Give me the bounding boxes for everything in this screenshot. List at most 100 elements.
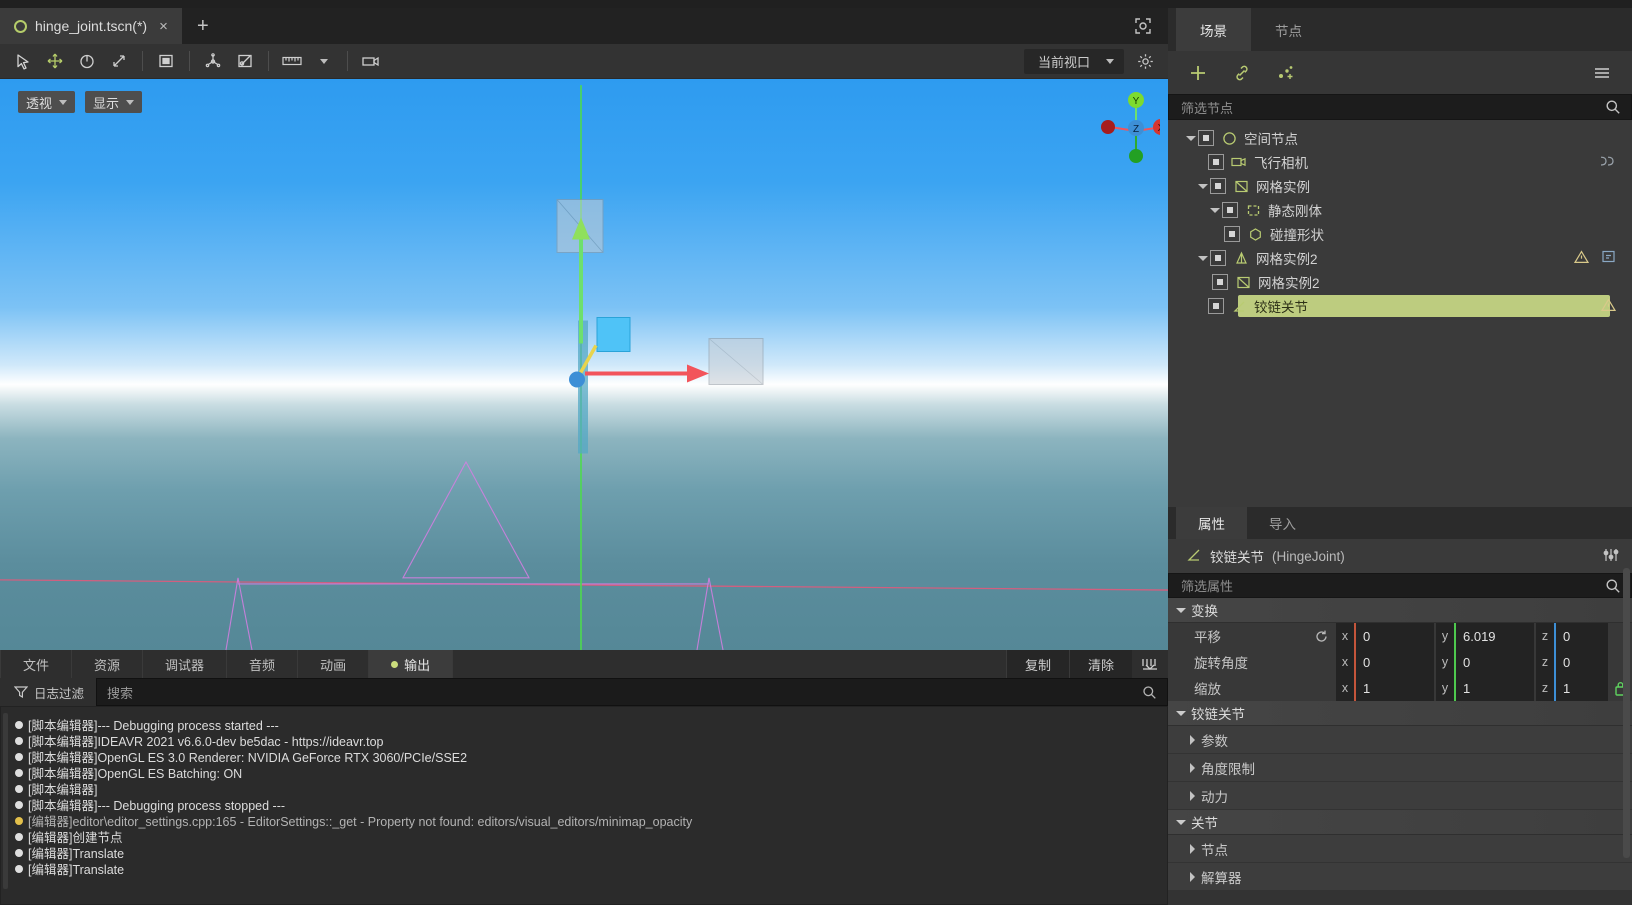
link-icon[interactable] <box>1222 58 1262 88</box>
chevron-down-icon <box>59 99 68 105</box>
log-bullet-icon <box>15 753 23 761</box>
tree-row-static-body[interactable]: 静态刚体 <box>1168 198 1632 222</box>
log-filter-label: 日志过滤 <box>34 686 85 701</box>
tree-row-hinge-joint[interactable]: 铰链关节 <box>1168 294 1632 318</box>
property-filter-input[interactable]: 筛选属性 <box>1168 573 1632 598</box>
rotation-y-field[interactable]: y 0 <box>1436 649 1534 675</box>
visibility-toggle-icon[interactable] <box>1208 154 1224 170</box>
rotation-x-field[interactable]: x 0 <box>1336 649 1434 675</box>
tab-scene[interactable]: 场景 <box>1176 8 1251 51</box>
box-select-icon[interactable] <box>151 48 181 75</box>
visibility-toggle-icon[interactable] <box>1224 226 1240 242</box>
log-scrollbar[interactable] <box>3 713 8 889</box>
tree-row-spatial[interactable]: 空间节点 <box>1168 126 1632 150</box>
visibility-toggle-icon[interactable] <box>1198 130 1214 146</box>
axis-icon[interactable] <box>198 48 228 75</box>
expand-toggle[interactable] <box>1196 183 1210 189</box>
inspector-scrollbar[interactable] <box>1623 568 1630 858</box>
node-filter-input[interactable]: 筛选节点 <box>1168 94 1632 120</box>
scene-tree[interactable]: 空间节点 飞行相机 网格实例 静态刚体 碰撞形状 网格实例2 网格实例2 铰链关… <box>1168 120 1632 507</box>
log-bullet-icon <box>15 769 23 777</box>
warning-icon[interactable] <box>1573 249 1590 267</box>
visibility-toggle-icon[interactable] <box>1208 298 1224 314</box>
script-graph-icon[interactable] <box>1266 58 1306 88</box>
log-line: [编辑器]Translate <box>15 859 1167 877</box>
bottom-tab-files[interactable]: 文件 <box>0 650 73 678</box>
scene-tab-label: hinge_joint.tscn(*) <box>35 18 148 34</box>
move-arrows-icon[interactable] <box>40 48 70 75</box>
rotate-icon[interactable] <box>72 48 102 75</box>
main-area: hinge_joint.tscn(*) × + 当前视口 透视 显示 Y Z 文… <box>0 8 1632 905</box>
viewport-objects <box>556 199 764 454</box>
tree-row-camera[interactable]: 飞行相机 <box>1168 150 1632 174</box>
hamburger-icon[interactable] <box>1582 58 1622 88</box>
new-scene-tab-button[interactable]: + <box>182 8 224 44</box>
chevron-right-icon <box>1190 734 1195 745</box>
display-dropdown[interactable]: 显示 <box>85 91 143 113</box>
expand-toggle[interactable] <box>1208 207 1222 213</box>
expand-icon[interactable] <box>1128 11 1158 41</box>
scene-panel-tabs: 场景 节点 <box>1168 8 1632 51</box>
translation-z-field[interactable]: z 0 <box>1536 623 1608 649</box>
visibility-toggle-icon[interactable] <box>1210 178 1226 194</box>
axis-gizmo[interactable]: Y Z X <box>1082 83 1168 175</box>
subsection-solver[interactable]: 解算器 <box>1168 863 1632 891</box>
tree-row-rigid-body[interactable]: 网格实例2 <box>1168 246 1632 270</box>
visibility-toggle-icon[interactable] <box>1212 274 1228 290</box>
output-log[interactable]: [脚本编辑器]--- Debugging process started ---… <box>0 706 1168 905</box>
subsection-params[interactable]: 参数 <box>1168 726 1632 754</box>
copy-button[interactable]: 复制 <box>1005 650 1069 678</box>
remote-icon[interactable] <box>1601 249 1616 267</box>
scale-y-field[interactable]: y 1 <box>1436 675 1534 701</box>
translation-y-field[interactable]: y 6.019 <box>1436 623 1534 649</box>
log-search-input[interactable]: 搜索 <box>96 678 1168 706</box>
expand-toggle[interactable] <box>1196 255 1210 261</box>
visibility-toggle-icon[interactable] <box>1210 250 1226 266</box>
perspective-dropdown[interactable]: 透视 <box>18 91 76 113</box>
translation-x-field[interactable]: x 0 <box>1336 623 1434 649</box>
tree-row-collision-shape[interactable]: 碰撞形状 <box>1168 222 1632 246</box>
tree-row-mesh-instance-2[interactable]: 网格实例2 <box>1168 270 1632 294</box>
log-filter-button[interactable]: 日志过滤 <box>0 678 96 706</box>
subsection-nodes[interactable]: 节点 <box>1168 835 1632 863</box>
bottom-tab-output[interactable]: 输出 <box>369 650 454 678</box>
bottom-tab-animation[interactable]: 动画 <box>298 650 370 678</box>
script-icon[interactable] <box>1599 154 1616 171</box>
rotation-z-field[interactable]: z 0 <box>1536 649 1608 675</box>
gear-icon[interactable] <box>1130 46 1160 76</box>
group-joint[interactable]: 关节 <box>1168 810 1632 835</box>
collapse-down-icon[interactable] <box>1132 650 1168 678</box>
revert-icon[interactable] <box>1306 623 1336 649</box>
camera-icon[interactable] <box>356 48 386 75</box>
chevron-down-icon[interactable] <box>309 48 339 75</box>
close-icon[interactable]: × <box>155 19 172 34</box>
tree-row-mesh-instance[interactable]: 网格实例 <box>1168 174 1632 198</box>
group-transform[interactable]: 变换 <box>1168 598 1632 623</box>
ruler-icon[interactable] <box>277 48 307 75</box>
tree-node-label: 飞行相机 <box>1254 156 1308 171</box>
snap-icon[interactable] <box>230 48 260 75</box>
visibility-toggle-icon[interactable] <box>1222 202 1238 218</box>
plus-icon[interactable] <box>1178 58 1218 88</box>
tab-import[interactable]: 导入 <box>1247 507 1318 539</box>
bottom-tab-audio[interactable]: 音频 <box>227 650 299 678</box>
scale-icon[interactable] <box>104 48 134 75</box>
tab-inspector[interactable]: 属性 <box>1176 507 1247 539</box>
object-menu-icon[interactable] <box>1602 547 1620 566</box>
warning-icon[interactable] <box>1600 297 1617 315</box>
bottom-tab-debugger[interactable]: 调试器 <box>143 650 228 678</box>
group-hinge-joint[interactable]: 铰链关节 <box>1168 701 1632 726</box>
clear-button[interactable]: 清除 <box>1068 650 1132 678</box>
tab-node[interactable]: 节点 <box>1251 8 1326 51</box>
subsection-angular-limit[interactable]: 角度限制 <box>1168 754 1632 782</box>
subsection-motor[interactable]: 动力 <box>1168 782 1632 810</box>
bottom-tab-resources[interactable]: 资源 <box>72 650 144 678</box>
scale-x-field[interactable]: x 1 <box>1336 675 1434 701</box>
cursor-arrow-icon[interactable] <box>8 48 38 75</box>
scale-z-field[interactable]: z 1 <box>1536 675 1608 701</box>
toolbar-separator <box>189 51 190 71</box>
3d-viewport[interactable]: 透视 显示 Y Z <box>0 79 1168 650</box>
scene-tab[interactable]: hinge_joint.tscn(*) × <box>0 8 182 44</box>
expand-toggle[interactable] <box>1184 135 1198 141</box>
viewport-select[interactable]: 当前视口 <box>1023 48 1124 74</box>
